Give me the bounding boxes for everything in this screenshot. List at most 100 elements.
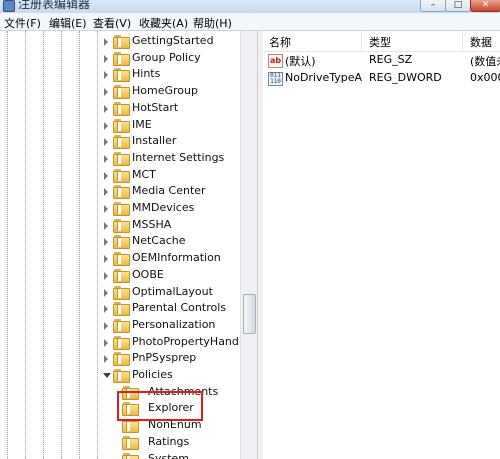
tree-scrollbar-thumb[interactable] xyxy=(243,294,256,334)
list-row[interactable]: 011110 NoDriveTypeA... REG_DWORD 0x000 xyxy=(263,70,500,88)
folder-icon xyxy=(113,369,130,383)
string-value-icon: ab xyxy=(268,54,283,68)
column-divider[interactable] xyxy=(462,31,463,51)
tree-item-label: Internet Settings xyxy=(132,150,225,164)
expand-arrow-icon[interactable] xyxy=(104,238,108,247)
folder-icon xyxy=(113,101,130,116)
folder-icon xyxy=(113,202,130,216)
minimize-button[interactable]: – xyxy=(420,0,446,12)
folder-icon xyxy=(113,151,130,166)
expand-arrow-icon[interactable] xyxy=(104,288,108,297)
menu-edit[interactable]: 编辑(E) xyxy=(49,15,87,31)
folder-icon xyxy=(113,135,130,150)
menu-favorites[interactable]: 收藏夹(A) xyxy=(139,15,188,31)
collapse-arrow-icon[interactable] xyxy=(103,373,111,378)
expand-arrow-icon[interactable] xyxy=(104,338,108,347)
values-list-pane[interactable]: 名称 类型 数据 ab (默认) REG_SZ (数值未 011110 NoDr… xyxy=(263,31,500,459)
folder-icon xyxy=(113,185,130,200)
tree-item-label: Ratings xyxy=(148,434,190,448)
column-name-header[interactable]: 名称 xyxy=(269,34,291,50)
column-type-header[interactable]: 类型 xyxy=(369,34,391,50)
folder-icon xyxy=(113,235,130,250)
folder-icon xyxy=(113,85,130,100)
binary-value-icon: 011 110 xyxy=(268,72,283,86)
tree-item-label: Installer xyxy=(132,134,177,148)
tree-item-label: HotStart xyxy=(132,100,179,114)
tree-guide-line xyxy=(25,31,26,459)
expand-arrow-icon[interactable] xyxy=(104,154,108,163)
folder-icon xyxy=(113,335,130,350)
close-button[interactable]: ✕ xyxy=(470,0,500,12)
expand-arrow-icon[interactable] xyxy=(104,38,108,46)
tree-guide-line xyxy=(43,31,44,459)
expand-arrow-icon[interactable] xyxy=(104,54,108,63)
tree-item-label: System xyxy=(148,451,190,459)
folder-icon xyxy=(113,68,130,83)
column-data-header[interactable]: 数据 xyxy=(470,34,492,50)
value-type: REG_SZ xyxy=(369,53,413,66)
tree-item-label: Parental Controls xyxy=(132,301,226,315)
value-data: (数值未 xyxy=(470,55,500,68)
tree-item-label: OOBE xyxy=(132,267,164,281)
tree-item-label: Policies xyxy=(132,368,173,381)
expand-arrow-icon[interactable] xyxy=(104,88,108,97)
value-data: 0x000 xyxy=(470,71,500,84)
folder-icon xyxy=(113,302,130,317)
expand-arrow-icon[interactable] xyxy=(104,171,108,180)
value-name: NoDriveTypeA... xyxy=(285,71,363,84)
tree-item-label: OptimalLayout xyxy=(132,284,213,298)
tree-item-label: Hints xyxy=(132,67,161,81)
title-bar: 注册表编辑器 – □ ✕ xyxy=(0,0,500,13)
tree-scrollbar[interactable] xyxy=(240,31,258,459)
folder-icon xyxy=(113,118,130,133)
folder-icon xyxy=(113,35,130,49)
folder-icon xyxy=(113,218,130,233)
folder-icon xyxy=(113,285,130,300)
tree-item-label: PnPSysprep xyxy=(132,351,197,365)
folder-icon xyxy=(113,268,130,283)
window-title: 注册表编辑器 xyxy=(18,0,91,11)
expand-arrow-icon[interactable] xyxy=(104,138,108,147)
tree-item-label: Media Center xyxy=(132,184,206,198)
tree-item-label: Personalization xyxy=(132,317,216,331)
tree-item-label: MMDevices xyxy=(132,201,195,214)
list-header: 名称 类型 数据 xyxy=(263,31,500,52)
expand-arrow-icon[interactable] xyxy=(104,104,108,113)
tree-guide-line xyxy=(79,31,80,459)
expand-arrow-icon[interactable] xyxy=(104,205,108,213)
menu-help[interactable]: 帮助(H) xyxy=(193,15,232,31)
expand-arrow-icon[interactable] xyxy=(104,121,108,130)
tree-item-label: IME xyxy=(132,117,152,131)
expand-arrow-icon[interactable] xyxy=(104,221,108,230)
menu-view[interactable]: 查看(V) xyxy=(93,15,131,31)
tree-item-label: NetCache xyxy=(132,234,186,248)
column-divider[interactable] xyxy=(361,31,362,51)
tree-item-label: GettingStarted xyxy=(132,34,214,47)
folder-icon xyxy=(113,352,130,367)
expand-arrow-icon[interactable] xyxy=(104,71,108,80)
folder-icon xyxy=(113,51,130,66)
expand-arrow-icon[interactable] xyxy=(104,255,108,264)
expand-arrow-icon[interactable] xyxy=(104,188,108,197)
list-row[interactable]: ab (默认) REG_SZ (数值未 xyxy=(263,52,500,70)
highlight-annotation xyxy=(117,391,203,421)
expand-arrow-icon[interactable] xyxy=(104,305,108,314)
folder-icon xyxy=(113,318,130,333)
expand-arrow-icon[interactable] xyxy=(104,321,108,330)
expand-arrow-icon[interactable] xyxy=(104,271,108,280)
folder-icon xyxy=(113,252,130,267)
menu-bar: 文件(F) 编辑(E) 查看(V) 收藏夹(A) 帮助(H) xyxy=(0,13,500,31)
folder-icon xyxy=(122,452,139,459)
tree-item-label: PhotoPropertyHandler xyxy=(132,334,254,348)
tree-item-label: OEMInformation xyxy=(132,251,221,265)
menu-file[interactable]: 文件(F) xyxy=(4,15,41,31)
maximize-button[interactable]: □ xyxy=(445,0,471,12)
tree-item-label: MSSHA xyxy=(132,217,172,231)
value-name: (默认) xyxy=(285,55,316,68)
tree-guide-line xyxy=(7,31,8,459)
tree-guide-line xyxy=(97,31,98,459)
expand-arrow-icon[interactable] xyxy=(104,355,108,364)
tree-item-label: MCT xyxy=(132,167,156,181)
tree-item-label: HomeGroup xyxy=(132,84,198,98)
registry-editor-icon xyxy=(3,0,15,12)
